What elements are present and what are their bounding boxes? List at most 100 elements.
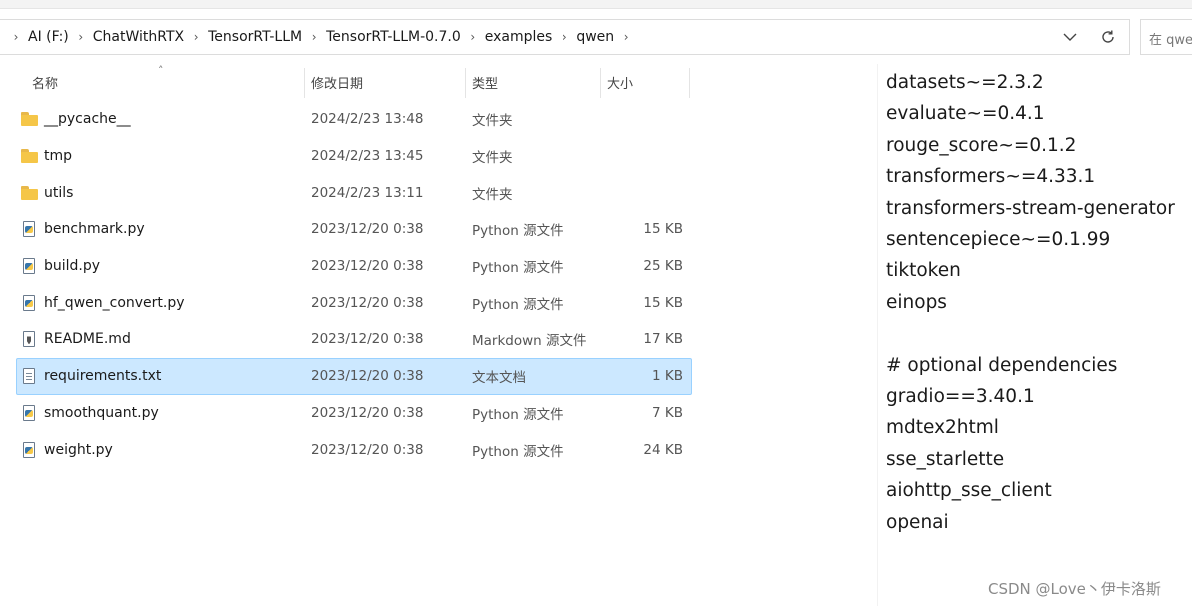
file-size [607,102,683,137]
file-size: 15 KB [643,221,683,238]
requirement-line: transformers~=4.33.1 [886,166,1096,188]
file-row[interactable]: benchmark.py 2023/12/20 0:38 Python 源文件 … [16,211,692,248]
requirement-line: openai [886,511,949,533]
folder-icon [21,149,39,164]
file-type: 文件夹 [472,113,513,130]
file-type: 文件夹 [472,186,513,203]
file-date: 2024/2/23 13:48 [311,111,424,128]
breadcrumb-item-tensorrt-llm[interactable]: TensorRT-LLM [206,29,304,45]
file-name: smoothquant.py [44,404,159,421]
address-history-dropdown[interactable] [1056,20,1084,54]
requirement-line: sentencepiece~=0.1.99 [886,229,1111,250]
file-size: 25 KB [643,258,683,275]
file-row[interactable]: tmp 2024/2/23 13:45 文件夹 [16,138,692,175]
file-name: README.md [44,331,131,348]
chevron-right-icon[interactable]: › [186,30,206,44]
breadcrumb-item-chatwithrtx[interactable]: ChatWithRTX [91,29,186,45]
file-size: 15 KB [643,294,683,311]
requirement-comment: # optional dependencies [886,354,1118,376]
requirement-line: gradio==3.40.1 [886,386,1035,407]
file-name: tmp [44,148,73,165]
column-header-date[interactable]: 修改日期 [305,64,465,100]
python-file-icon [23,441,37,458]
file-date: 2024/2/23 13:11 [311,184,424,201]
file-date: 2023/12/20 0:38 [311,221,424,238]
chevron-right-icon[interactable]: › [554,30,574,44]
column-header-size[interactable]: 大小 [601,64,689,100]
file-type: 文本文档 [472,370,526,387]
file-type: Python 源文件 [472,296,564,313]
file-row[interactable]: README.md 2023/12/20 0:38 Markdown 源文件 1… [16,321,692,358]
chevron-right-icon[interactable]: › [463,30,483,44]
file-type: Python 源文件 [472,406,564,423]
file-size: 7 KB [652,404,683,421]
folder-icon [21,112,39,127]
file-size: 1 KB [652,368,683,385]
refresh-icon [1102,30,1114,43]
file-date: 2024/2/23 13:45 [311,148,424,165]
file-type: Python 源文件 [472,443,564,460]
file-name: requirements.txt [44,368,162,385]
column-header-name[interactable]: 名称 [26,64,304,100]
file-name: benchmark.py [44,221,145,238]
python-file-icon [23,404,37,421]
requirement-line: tiktoken [886,260,961,282]
watermark: CSDN @Love丶伊卡洛斯 [988,580,1161,598]
breadcrumb-item-tensorrt-llm-version[interactable]: TensorRT-LLM-0.7.0 [324,29,463,45]
window-top-strip [0,0,1192,9]
chevron-right-icon[interactable]: › [616,30,636,44]
file-name: build.py [44,258,101,275]
breadcrumb-item-examples[interactable]: examples [483,29,555,45]
file-rows: __pycache__ 2024/2/23 13:48 文件夹 tmp 2024… [16,101,692,468]
python-file-icon [23,258,37,275]
file-name: __pycache__ [44,111,131,128]
file-size: 24 KB [643,441,683,458]
file-date: 2023/12/20 0:38 [311,294,424,311]
file-row[interactable]: utils 2024/2/23 13:11 文件夹 [16,174,692,211]
file-row[interactable]: __pycache__ 2024/2/23 13:48 文件夹 [16,101,692,138]
python-file-icon [23,221,37,238]
file-row[interactable]: smoothquant.py 2023/12/20 0:38 Python 源文… [16,395,692,432]
file-size: 17 KB [643,331,683,348]
file-date: 2023/12/20 0:38 [311,441,424,458]
file-name: utils [44,184,74,201]
python-file-icon [23,294,37,311]
file-type: 文件夹 [472,150,513,167]
requirement-line: mdtex2html [886,417,999,439]
file-type: Markdown 源文件 [472,333,587,350]
chevron-right-icon[interactable]: › [6,30,26,44]
requirement-line: evaluate~=0.4.1 [886,103,1045,125]
requirement-line: sse_starlette [886,448,1005,470]
file-date: 2023/12/20 0:38 [311,368,424,385]
breadcrumb-item-qwen[interactable]: qwen [574,29,616,45]
column-divider[interactable] [689,68,690,98]
file-type: Python 源文件 [472,260,564,277]
requirement-line: rouge_score~=0.1.2 [886,134,1077,156]
chevron-right-icon[interactable]: › [71,30,91,44]
breadcrumb-item-drive[interactable]: AI (F:) [26,29,71,45]
requirement-line: aiohttp_sse_client [886,480,1052,502]
search-input[interactable]: 在 qwe [1140,19,1192,55]
file-row[interactable]: weight.py 2023/12/20 0:38 Python 源文件 24 … [16,431,692,468]
column-header-type[interactable]: 类型 [466,64,600,100]
requirements-text-view: datasets~=2.3.2 evaluate~=0.4.1 rouge_sc… [877,64,1192,606]
markdown-file-icon [23,331,37,348]
breadcrumb: › AI (F:) › ChatWithRTX › TensorRT-LLM ›… [6,20,636,54]
chevron-down-icon [1063,33,1077,41]
refresh-button[interactable] [1094,20,1122,54]
file-row[interactable]: hf_qwen_convert.py 2023/12/20 0:38 Pytho… [16,284,692,321]
requirement-line: datasets~=2.3.2 [886,72,1044,93]
address-bar[interactable]: › AI (F:) › ChatWithRTX › TensorRT-LLM ›… [0,19,1130,55]
sort-ascending-icon: ˄ [158,64,164,77]
folder-icon [21,185,39,200]
file-row[interactable]: build.py 2023/12/20 0:38 Python 源文件 25 K… [16,248,692,285]
requirement-line: einops [886,291,947,313]
text-file-icon [23,368,37,385]
file-date: 2023/12/20 0:38 [311,258,424,275]
chevron-right-icon[interactable]: › [304,30,324,44]
file-row-selected[interactable]: requirements.txt 2023/12/20 0:38 文本文档 1 … [16,357,692,395]
file-name: hf_qwen_convert.py [44,294,185,311]
file-date: 2023/12/20 0:38 [311,331,424,348]
requirement-line: transformers-stream-generator [886,197,1175,219]
file-list: 名称 ˄ 修改日期 类型 大小 __pycache__ 2024/2/23 13… [16,64,692,460]
